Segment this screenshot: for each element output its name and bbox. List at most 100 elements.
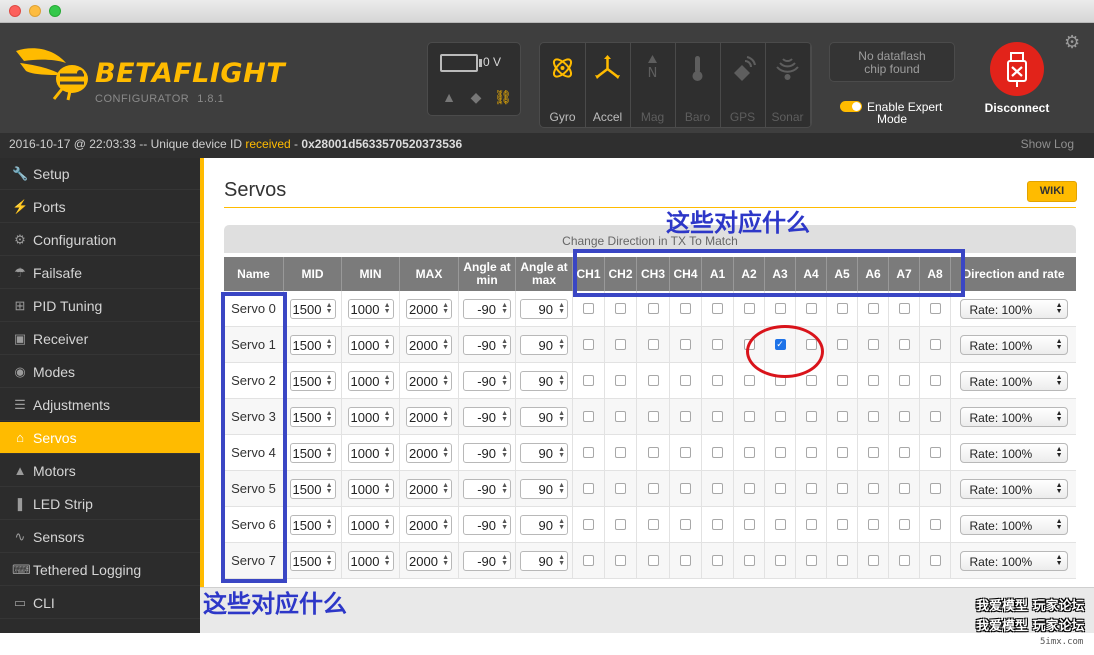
wiki-button[interactable]: WIKI: [1027, 181, 1077, 202]
stepper-arrows-icon[interactable]: ▲ ▼: [384, 338, 391, 351]
channel-checkbox[interactable]: [867, 339, 879, 350]
channel-checkbox[interactable]: [647, 303, 659, 314]
min-input[interactable]: 1000 ▲ ▼: [347, 514, 394, 535]
channel-checkbox[interactable]: [743, 303, 755, 314]
channel-checkbox[interactable]: [867, 483, 879, 494]
stepper-arrows-icon[interactable]: ▲ ▼: [442, 554, 449, 567]
channel-checkbox[interactable]: [615, 447, 626, 458]
channel-checkbox[interactable]: [836, 303, 848, 314]
channel-checkbox[interactable]: [583, 483, 594, 494]
channel-checkbox[interactable]: [898, 519, 910, 530]
stepper-arrows-icon[interactable]: ▲ ▼: [384, 518, 391, 531]
channel-checkbox[interactable]: [898, 411, 910, 422]
stepper-arrows-icon[interactable]: ▲ ▼: [558, 338, 565, 351]
max-input[interactable]: 2000 ▲ ▼: [406, 442, 452, 463]
channel-checkbox[interactable]: [712, 303, 723, 314]
mid-input[interactable]: 1500 ▲ ▼: [289, 478, 336, 499]
zoom-window-button[interactable]: [49, 5, 61, 17]
channel-checkbox[interactable]: [743, 375, 755, 386]
mid-input[interactable]: 1500 ▲ ▼: [289, 298, 336, 319]
channel-checkbox[interactable]: [647, 411, 659, 422]
stepper-arrows-icon[interactable]: ▲ ▼: [442, 338, 449, 351]
stepper-arrows-icon[interactable]: ▲ ▼: [558, 554, 565, 567]
channel-checkbox[interactable]: [836, 483, 848, 494]
stepper-arrows-icon[interactable]: ▲ ▼: [501, 518, 508, 531]
channel-checkbox[interactable]: [867, 411, 879, 422]
channel-checkbox[interactable]: [680, 375, 691, 386]
channel-checkbox[interactable]: [712, 375, 723, 386]
min-input[interactable]: 1000 ▲ ▼: [347, 442, 394, 463]
mid-input[interactable]: 1500 ▲ ▼: [289, 514, 336, 535]
max-input[interactable]: 2000 ▲ ▼: [406, 334, 452, 355]
channel-checkbox[interactable]: [615, 339, 626, 350]
channel-checkbox[interactable]: [583, 555, 594, 566]
channel-checkbox[interactable]: [647, 339, 659, 350]
angle-min-input[interactable]: -90 ▲ ▼: [463, 370, 511, 391]
disconnect-button[interactable]: [990, 42, 1044, 96]
stepper-arrows-icon[interactable]: ▲ ▼: [558, 302, 565, 315]
direction-rate-select[interactable]: Rate: 100% ▲ ▼: [959, 550, 1068, 571]
stepper-arrows-icon[interactable]: ▲ ▼: [558, 518, 565, 531]
angle-min-input[interactable]: -90 ▲ ▼: [463, 334, 511, 355]
channel-checkbox[interactable]: [712, 519, 723, 530]
direction-rate-select[interactable]: Rate: 100% ▲ ▼: [959, 298, 1068, 319]
angle-max-input[interactable]: 90 ▲ ▼: [520, 298, 568, 319]
stepper-arrows-icon[interactable]: ▲ ▼: [501, 482, 508, 495]
channel-checkbox[interactable]: [774, 303, 786, 314]
channel-checkbox[interactable]: [929, 411, 941, 422]
stepper-arrows-icon[interactable]: ▲ ▼: [442, 518, 449, 531]
min-input[interactable]: 1000 ▲ ▼: [347, 370, 394, 391]
stepper-arrows-icon[interactable]: ▲ ▼: [384, 482, 391, 495]
stepper-arrows-icon[interactable]: ▲ ▼: [326, 482, 333, 495]
channel-checkbox[interactable]: [805, 447, 817, 458]
show-log-link[interactable]: Show Log: [1021, 133, 1074, 156]
direction-rate-select[interactable]: Rate: 100% ▲ ▼: [959, 514, 1068, 535]
max-input[interactable]: 2000 ▲ ▼: [406, 514, 452, 535]
channel-checkbox[interactable]: [647, 375, 659, 386]
angle-max-input[interactable]: 90 ▲ ▼: [520, 406, 568, 427]
channel-checkbox[interactable]: [712, 411, 723, 422]
channel-checkbox[interactable]: [836, 555, 848, 566]
stepper-arrows-icon[interactable]: ▲ ▼: [442, 482, 449, 495]
stepper-arrows-icon[interactable]: ▲ ▼: [384, 374, 391, 387]
channel-checkbox[interactable]: [680, 519, 691, 530]
max-input[interactable]: 2000 ▲ ▼: [406, 406, 452, 427]
channel-checkbox[interactable]: [647, 519, 659, 530]
channel-checkbox[interactable]: [583, 411, 594, 422]
minimize-window-button[interactable]: [29, 5, 41, 17]
channel-checkbox[interactable]: [805, 411, 817, 422]
sidebar-item-modes[interactable]: ◉ Modes: [0, 356, 200, 388]
direction-rate-select[interactable]: Rate: 100% ▲ ▼: [959, 370, 1068, 391]
channel-checkbox[interactable]: [615, 411, 626, 422]
channel-checkbox[interactable]: [743, 555, 755, 566]
stepper-arrows-icon[interactable]: ▲ ▼: [558, 446, 565, 459]
channel-checkbox[interactable]: [929, 447, 941, 458]
channel-checkbox[interactable]: [615, 483, 626, 494]
channel-checkbox[interactable]: [583, 303, 594, 314]
channel-checkbox[interactable]: [647, 555, 659, 566]
sidebar-item-receiver[interactable]: ▣ Receiver: [0, 323, 200, 355]
max-input[interactable]: 2000 ▲ ▼: [406, 298, 452, 319]
channel-checkbox[interactable]: [867, 555, 879, 566]
channel-checkbox[interactable]: [929, 483, 941, 494]
angle-max-input[interactable]: 90 ▲ ▼: [520, 442, 568, 463]
angle-max-input[interactable]: 90 ▲ ▼: [520, 550, 568, 571]
stepper-arrows-icon[interactable]: ▲ ▼: [442, 302, 449, 315]
stepper-arrows-icon[interactable]: ▲ ▼: [501, 374, 508, 387]
channel-checkbox[interactable]: [898, 303, 910, 314]
angle-max-input[interactable]: 90 ▲ ▼: [520, 478, 568, 499]
channel-checkbox[interactable]: [615, 555, 626, 566]
sidebar-item-ports[interactable]: ⚡ Ports: [0, 191, 200, 223]
channel-checkbox[interactable]: [929, 303, 941, 314]
stepper-arrows-icon[interactable]: ▲ ▼: [558, 410, 565, 423]
angle-min-input[interactable]: -90 ▲ ▼: [463, 298, 511, 319]
mid-input[interactable]: 1500 ▲ ▼: [289, 442, 336, 463]
disconnect-label[interactable]: Disconnect: [972, 101, 1062, 115]
max-input[interactable]: 2000 ▲ ▼: [406, 550, 452, 571]
stepper-arrows-icon[interactable]: ▲ ▼: [558, 374, 565, 387]
sidebar-item-cli[interactable]: ▭ CLI: [0, 587, 200, 619]
stepper-arrows-icon[interactable]: ▲ ▼: [326, 374, 333, 387]
channel-checkbox[interactable]: [774, 483, 786, 494]
expert-mode-toggle[interactable]: [840, 101, 862, 112]
channel-checkbox[interactable]: [774, 519, 786, 530]
